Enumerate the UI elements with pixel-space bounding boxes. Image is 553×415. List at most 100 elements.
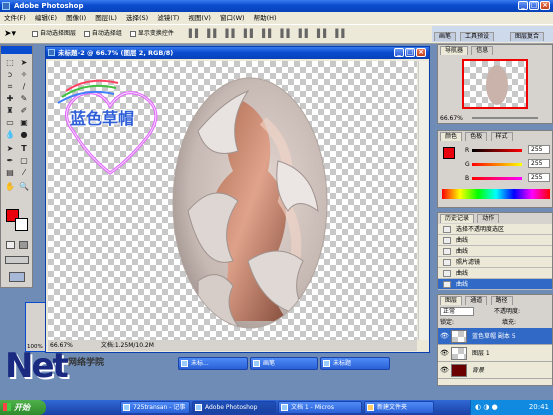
eraser-tool-icon[interactable]: ▭ (5, 118, 15, 128)
blur-tool-icon[interactable]: 💧 (5, 130, 15, 140)
show-transform-checkbox[interactable] (129, 31, 136, 37)
layer-thumbnail (451, 364, 467, 377)
taskbar-folder[interactable]: 新建文件夹 (364, 401, 434, 414)
history-item-selected[interactable]: 曲线 (438, 279, 552, 290)
screen-mode-icon[interactable] (5, 256, 29, 264)
channel-g-slider[interactable] (472, 163, 522, 166)
menu-edit[interactable]: 编辑(E) (35, 14, 57, 22)
canvas[interactable]: 蓝色草帽 (48, 61, 417, 340)
layer-name: 蓝色草帽 副本 5 (472, 333, 516, 340)
well-tool-presets-tab[interactable]: 工具预设 (460, 32, 495, 41)
close-button[interactable]: × (540, 1, 550, 10)
visibility-eye-icon[interactable]: 👁 (440, 333, 449, 340)
quick-mask-icon[interactable] (6, 241, 15, 249)
tab-navigator[interactable]: 导航器 (440, 46, 469, 55)
layer-row[interactable]: 👁 蓝色草帽 副本 5 (438, 328, 552, 345)
menu-layer[interactable]: 图层(L) (95, 14, 117, 22)
channel-b-slider[interactable] (472, 177, 522, 180)
minimized-brushes[interactable]: 画笔 (250, 357, 318, 370)
color-fg-swatch[interactable] (443, 147, 455, 159)
minimize-button[interactable]: _ (518, 1, 528, 10)
brush-tool-icon[interactable]: ✎ (19, 94, 29, 104)
tray-icons[interactable]: ◐ ◑ ● (475, 403, 498, 411)
shape-tool-icon[interactable]: ▢ (19, 156, 29, 166)
tab-channels[interactable]: 通道 (465, 296, 488, 305)
history-item[interactable]: 曲线 (438, 268, 552, 279)
menu-view[interactable]: 视图(V) (188, 14, 211, 22)
notes-tool-icon[interactable]: ▤ (5, 168, 15, 178)
path-selection-icon[interactable]: ➤ (5, 144, 15, 154)
minimized-label: 画笔 (263, 360, 276, 367)
history-item-label: 曲线 (456, 248, 469, 255)
history-brush-icon[interactable]: ✐ (19, 106, 29, 116)
visibility-eye-icon[interactable]: 👁 (440, 367, 449, 374)
doc-minimize-button[interactable]: _ (394, 48, 404, 57)
zoom-tool-icon[interactable]: 🔍 (19, 182, 29, 192)
history-item[interactable]: 照片滤镜 (438, 257, 552, 268)
tab-history[interactable]: 历史记录 (440, 214, 475, 223)
pen-tool-icon[interactable]: ✒ (5, 156, 15, 166)
eyedropper-icon[interactable]: ⁄ (19, 168, 29, 178)
taskbar-word[interactable]: 文档 1 - Micros (278, 401, 362, 414)
tab-swatches[interactable]: 色板 (465, 132, 488, 141)
history-item-label: 曲线 (456, 270, 469, 277)
taskbar-notepad[interactable]: 725transan - 记事 (120, 401, 190, 414)
layer-row[interactable]: 👁 背景 (438, 362, 552, 379)
blend-mode-select[interactable]: 正常 (440, 307, 474, 316)
vertical-scrollbar[interactable] (418, 61, 428, 340)
history-item[interactable]: 曲线 (438, 246, 552, 257)
tab-styles[interactable]: 样式 (490, 132, 513, 141)
clone-stamp-icon[interactable]: ♜ (5, 106, 15, 116)
healing-brush-icon[interactable]: ✚ (5, 94, 15, 104)
minimized-untitled-1[interactable]: 未标... (178, 357, 248, 370)
background-color-swatch[interactable] (15, 218, 28, 231)
channel-g-value[interactable]: 255 (528, 159, 550, 168)
navigator-zoom-slider[interactable] (472, 117, 538, 119)
quick-mask-mode-icon[interactable] (19, 241, 28, 249)
windows-logo-icon (3, 403, 11, 411)
well-layer-comps-tab[interactable]: 图层复合 (510, 32, 545, 41)
tab-color[interactable]: 颜色 (440, 132, 463, 141)
move-tool-icon[interactable]: ➤ (19, 58, 29, 68)
well-brushes-tab[interactable]: 画笔 (434, 32, 457, 41)
color-spectrum-bar[interactable] (442, 189, 550, 199)
start-button[interactable]: 开始 (0, 400, 46, 415)
doc-close-button[interactable]: × (416, 48, 426, 57)
lasso-tool-icon[interactable]: ↄ (5, 70, 15, 80)
channel-r-slider[interactable] (472, 149, 522, 152)
align-buttons-icon[interactable]: ▐▌▐▌▐▌▐▌▐▌▐▌▐▌▐▌▐▌ (186, 29, 351, 38)
tab-layers[interactable]: 图层 (440, 296, 463, 305)
menu-filter[interactable]: 滤镜(T) (157, 14, 179, 22)
layer-row[interactable]: 👁 图层 1 (438, 345, 552, 362)
move-tool-icon[interactable]: ➤▾ (4, 29, 16, 39)
tab-paths[interactable]: 路径 (490, 296, 513, 305)
dodge-tool-icon[interactable]: ● (19, 130, 29, 140)
menu-image[interactable]: 图像(I) (66, 14, 86, 22)
taskbar-photoshop[interactable]: Adobe Photoshop (192, 401, 276, 414)
menu-window[interactable]: 窗口(W) (220, 14, 245, 22)
channel-b-value[interactable]: 255 (528, 173, 550, 182)
history-item[interactable]: 曲线 (438, 235, 552, 246)
history-item[interactable]: 选择不透明度选区 (438, 224, 552, 235)
tab-info[interactable]: 信息 (471, 46, 494, 55)
visibility-eye-icon[interactable]: 👁 (440, 350, 449, 357)
channel-r-value[interactable]: 255 (528, 145, 550, 154)
auto-select-group-checkbox[interactable] (83, 31, 90, 37)
crop-tool-icon[interactable]: ⌗ (5, 82, 15, 92)
jump-to-imageready-icon[interactable] (9, 272, 25, 282)
site-logo-text: Net (5, 346, 69, 386)
gradient-tool-icon[interactable]: ▣ (19, 118, 29, 128)
minimized-untitled-2[interactable]: 未标题 (320, 357, 390, 370)
magic-wand-icon[interactable]: ✧ (19, 70, 29, 80)
slice-tool-icon[interactable]: / (19, 82, 29, 92)
menu-help[interactable]: 帮助(H) (254, 14, 277, 22)
tab-actions[interactable]: 动作 (477, 214, 500, 223)
type-tool-icon[interactable]: T (19, 144, 29, 154)
auto-select-layer-checkbox[interactable] (31, 31, 38, 37)
menu-file[interactable]: 文件(F) (4, 14, 26, 22)
menu-select[interactable]: 选择(S) (126, 14, 148, 22)
doc-maximize-button[interactable]: □ (405, 48, 415, 57)
hand-tool-icon[interactable]: ✋ (5, 182, 15, 192)
marquee-tool-icon[interactable]: ⬚ (5, 58, 15, 68)
maximize-button[interactable]: □ (529, 1, 539, 10)
